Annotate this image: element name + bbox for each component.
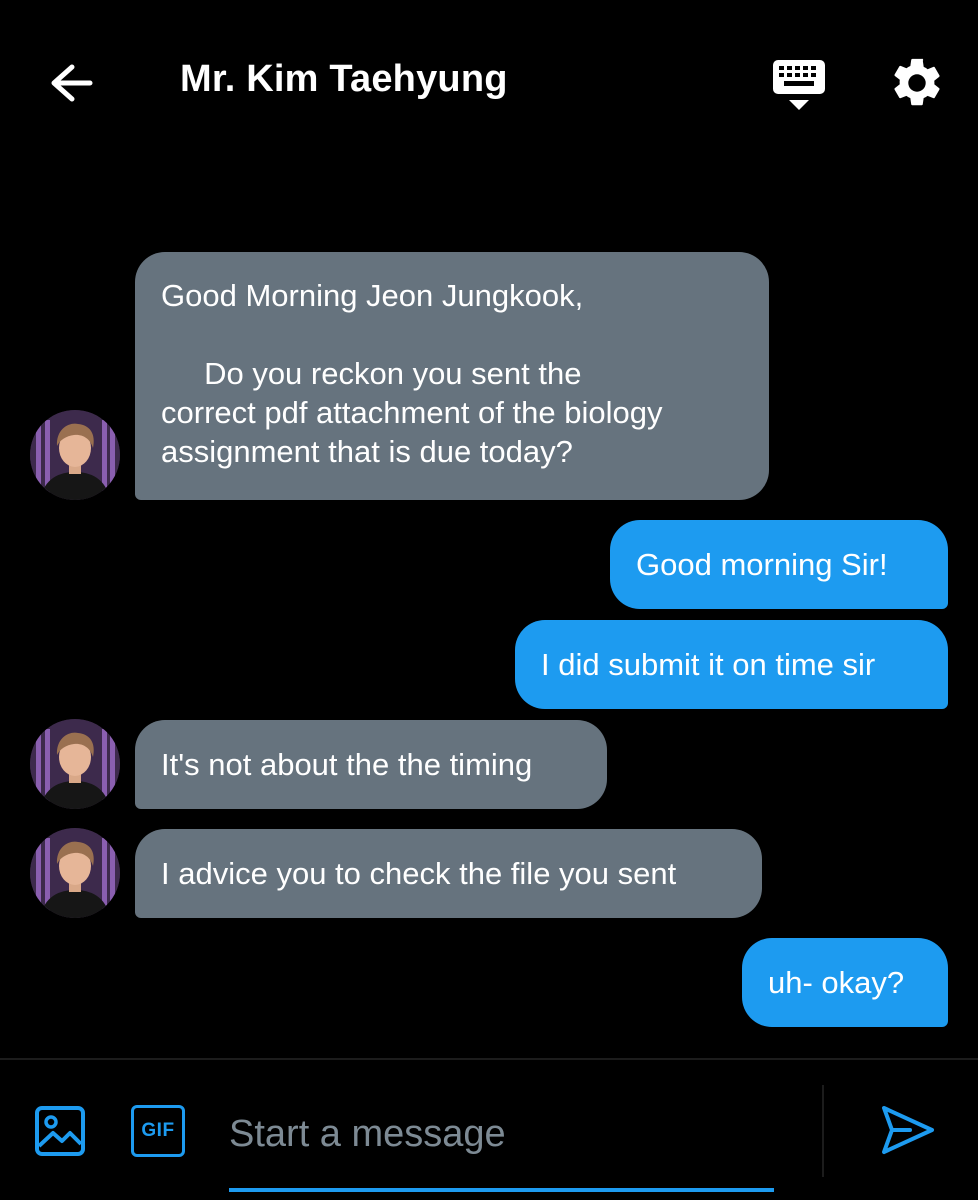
chat-header: Mr. Kim Taehyung (0, 0, 978, 165)
message-text: uh- okay? (768, 965, 905, 1000)
contact-avatar[interactable] (30, 719, 120, 809)
message-input[interactable] (229, 1098, 774, 1170)
message-line: correct pdf attachment of the biology (161, 395, 663, 430)
message-line: Do you reckon you sent the (161, 356, 582, 391)
send-icon (882, 1106, 934, 1154)
message-bubble-sent[interactable]: I did submit it on time sir (515, 620, 948, 709)
send-divider (822, 1085, 824, 1177)
message-bubble-received[interactable]: I advice you to check the file you sent (135, 829, 762, 918)
input-focus-underline (229, 1188, 774, 1192)
composer-divider (0, 1058, 978, 1060)
message-line: Good Morning Jeon Jungkook, (161, 278, 584, 313)
message-bubble-sent[interactable]: Good morning Sir! (610, 520, 948, 609)
avatar-image (30, 719, 120, 809)
settings-button[interactable] (888, 54, 946, 112)
add-image-button[interactable] (34, 1105, 86, 1157)
message-bubble-received[interactable]: Good Morning Jeon Jungkook, Do you recko… (135, 252, 769, 500)
gif-icon: GIF (141, 1120, 175, 1141)
back-button[interactable] (44, 56, 98, 110)
message-text: It's not about the the timing (161, 747, 533, 782)
message-text: I advice you to check the file you sent (161, 856, 677, 891)
avatar-image (30, 828, 120, 918)
contact-avatar[interactable] (30, 828, 120, 918)
message-text: Good morning Sir! (636, 547, 888, 582)
message-line: assignment that is due today? (161, 434, 573, 469)
message-bubble-sent[interactable]: uh- okay? (742, 938, 948, 1027)
keyboard-shortcuts-button[interactable] (770, 58, 828, 114)
image-icon (35, 1106, 85, 1156)
message-text: I did submit it on time sir (541, 647, 876, 682)
send-button[interactable] (880, 1104, 936, 1156)
avatar-image (30, 410, 120, 500)
arrow-left-icon (51, 64, 93, 102)
keyboard-icon (773, 60, 825, 110)
gear-icon (894, 58, 940, 106)
message-bubble-received[interactable]: It's not about the the timing (135, 720, 607, 809)
conversation-title: Mr. Kim Taehyung (180, 58, 508, 100)
gif-button[interactable]: GIF (131, 1105, 185, 1157)
contact-avatar[interactable] (30, 410, 120, 500)
message-line (161, 315, 743, 354)
